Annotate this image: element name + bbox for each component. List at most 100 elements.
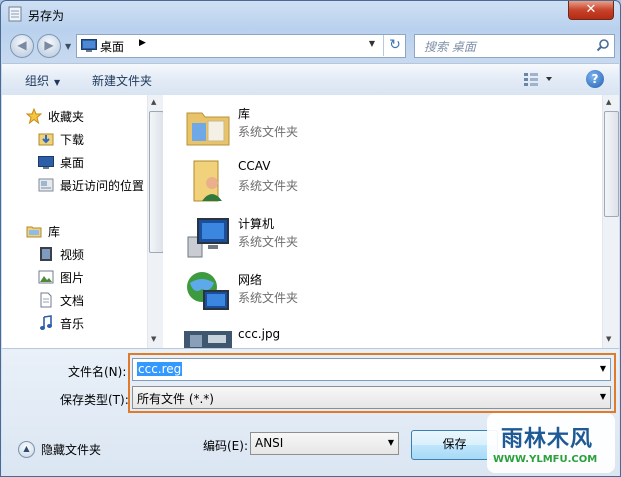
- pane-splitter[interactable]: [163, 95, 170, 348]
- list-item[interactable]: 计算机 系统文件夹: [184, 213, 564, 263]
- network-icon: [187, 272, 229, 310]
- watermark-url: WWW.YLMFU.COM: [493, 454, 598, 465]
- sidebar-item-videos[interactable]: 视频: [38, 245, 84, 263]
- chevron-up-icon: ▲: [18, 441, 35, 458]
- organize-label: 组织: [25, 74, 50, 88]
- sidebar-item-label: 图片: [60, 270, 85, 285]
- breadcrumb-arrow-icon[interactable]: ▶: [139, 38, 146, 48]
- sidebar-item-downloads[interactable]: 下载: [38, 130, 84, 148]
- search-input[interactable]: 搜索 桌面: [424, 38, 476, 55]
- navigation-scrollbar[interactable]: ▲ ▼: [147, 95, 164, 348]
- file-type: 系统文件夹: [238, 179, 299, 193]
- scroll-up-icon[interactable]: ▲: [151, 98, 156, 106]
- site-watermark: 雨林木风 WWW.YLMFU.COM: [487, 413, 615, 473]
- file-name: ccc.jpg: [238, 327, 281, 341]
- sidebar-header-label: 收藏夹: [48, 109, 85, 124]
- sidebar-item-pictures[interactable]: 图片: [38, 268, 84, 286]
- help-icon[interactable]: ?: [586, 70, 604, 88]
- search-icon[interactable]: [596, 38, 610, 52]
- sidebar-item-label: 桌面: [60, 155, 85, 170]
- savetype-select[interactable]: 所有文件 (*.*) ▼: [132, 386, 611, 409]
- watermark-brand: 雨林木风: [501, 427, 594, 452]
- download-folder-icon: [38, 133, 54, 146]
- list-item[interactable]: 网络 系统文件夹: [184, 269, 564, 319]
- encoding-value: ANSI: [255, 436, 284, 450]
- back-button[interactable]: ◀: [10, 34, 34, 58]
- search-box[interactable]: 搜索 桌面: [414, 34, 615, 58]
- close-icon: ✕: [585, 2, 597, 17]
- address-dropdown-icon[interactable]: ▼: [369, 39, 375, 48]
- command-bar: 组织 ▼ 新建文件夹 ?: [2, 63, 619, 96]
- sidebar-item-label: 文档: [60, 293, 85, 308]
- filename-label: 文件名(N):: [68, 365, 127, 379]
- chevron-down-icon: ▼: [599, 392, 606, 401]
- forward-button[interactable]: ▶: [37, 34, 61, 58]
- user-folder-icon: [193, 160, 222, 202]
- filename-input[interactable]: ccc.reg: [137, 362, 183, 376]
- sidebar-item-label: 音乐: [60, 316, 85, 331]
- hide-folders-button[interactable]: ▲ 隐藏文件夹: [18, 441, 101, 458]
- forward-arrow-icon: ▶: [44, 38, 54, 52]
- sidebar-item-documents[interactable]: 文档: [38, 291, 84, 309]
- desktop-icon: [81, 39, 97, 52]
- list-item[interactable]: CCAV 系统文件夹: [184, 157, 564, 207]
- recent-pages-dropdown-icon[interactable]: ▼: [65, 42, 71, 51]
- video-icon: [40, 247, 52, 261]
- document-icon: [40, 292, 52, 308]
- new-folder-button[interactable]: 新建文件夹: [92, 72, 152, 89]
- sidebar-header-libraries[interactable]: 库: [26, 222, 60, 240]
- sidebar-header-favorites[interactable]: 收藏夹: [26, 107, 84, 125]
- chevron-down-icon: ▼: [387, 438, 394, 447]
- back-arrow-icon: ◀: [17, 38, 27, 52]
- encoding-label: 编码(E):: [203, 439, 248, 453]
- file-name: 库: [238, 107, 251, 121]
- library-icon: [186, 112, 230, 146]
- recent-places-icon: [38, 178, 54, 192]
- navigation-bar: ◀ ▶ ▼ 桌面 ▶ ↻ ▼ 搜索 桌面: [1, 29, 620, 61]
- close-button[interactable]: ✕: [568, 1, 614, 20]
- list-item[interactable]: 库 系统文件夹: [184, 103, 564, 153]
- scrollbar-thumb[interactable]: [604, 111, 619, 217]
- file-name: CCAV: [238, 159, 271, 173]
- refresh-icon: ↻: [389, 37, 401, 53]
- scroll-up-icon[interactable]: ▲: [606, 98, 611, 106]
- chevron-down-icon: ▼: [54, 78, 61, 87]
- chevron-down-icon[interactable]: ▼: [600, 364, 606, 373]
- sidebar-item-desktop[interactable]: 桌面: [38, 153, 84, 171]
- scrollbar-thumb[interactable]: [149, 111, 164, 253]
- sidebar-item-label: 视频: [60, 247, 85, 262]
- hide-folders-label: 隐藏文件夹: [41, 443, 102, 457]
- scroll-down-icon[interactable]: ▼: [606, 335, 611, 343]
- sidebar-item-music[interactable]: 音乐: [38, 314, 84, 332]
- address-bar[interactable]: 桌面 ▶ ↻ ▼: [76, 34, 406, 58]
- address-text: 桌面: [100, 40, 125, 54]
- refresh-button[interactable]: ↻: [383, 35, 406, 56]
- sidebar-item-recent-places[interactable]: 最近访问的位置: [38, 176, 144, 194]
- scroll-down-icon[interactable]: ▼: [151, 335, 156, 343]
- file-list: 库 系统文件夹 CCAV 系统文件夹 计算机 系统文件夹 网络 系统文件夹 cc…: [170, 95, 619, 348]
- window-title: 另存为: [28, 9, 65, 23]
- organize-button[interactable]: 组织 ▼: [25, 72, 60, 89]
- music-icon: [40, 315, 52, 330]
- desktop-icon: [38, 156, 54, 169]
- view-options-icon[interactable]: [523, 72, 555, 86]
- sidebar-item-label: 最近访问的位置: [60, 178, 145, 193]
- picture-icon: [38, 270, 54, 284]
- sidebar-item-label: 下载: [60, 132, 85, 147]
- list-item[interactable]: ccc.jpg: [184, 325, 564, 348]
- savetype-value: 所有文件 (*.*): [137, 392, 214, 406]
- file-type: 系统文件夹: [238, 235, 299, 249]
- file-type: 系统文件夹: [238, 125, 299, 139]
- image-thumb-icon: [184, 331, 232, 348]
- filename-field[interactable]: ccc.reg ▼: [132, 358, 611, 381]
- file-type: 系统文件夹: [238, 291, 299, 305]
- savetype-label: 保存类型(T):: [60, 393, 129, 407]
- title-bar[interactable]: 另存为 ✕: [1, 1, 620, 29]
- navigation-pane: 收藏夹 下载 桌面 最近访问的位置 库 视频 图片 文档 音乐 ▲ ▼: [2, 95, 164, 348]
- save-as-dialog: 另存为 ✕ ◀ ▶ ▼ 桌面 ▶ ↻ ▼ 搜索 桌面 组织 ▼ 新建文件夹 ? …: [0, 0, 621, 477]
- filename-value: ccc.reg: [137, 362, 183, 376]
- star-icon: [26, 108, 42, 124]
- save-button[interactable]: 保存: [411, 430, 498, 460]
- encoding-select[interactable]: ANSI ▼: [250, 432, 399, 455]
- file-list-scrollbar[interactable]: ▲ ▼: [602, 95, 619, 348]
